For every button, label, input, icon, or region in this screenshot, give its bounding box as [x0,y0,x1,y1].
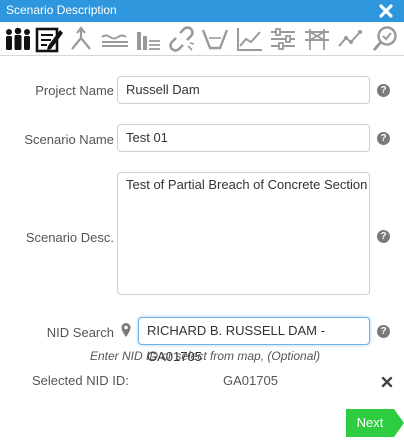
broken-link-icon[interactable] [167,24,197,54]
scenario-desc-textarea[interactable]: Test of Partial Breach of Concrete Secti… [117,172,370,295]
project-name-label: Project Name [35,83,114,98]
channel-section-icon[interactable] [200,24,230,54]
clear-selection-icon[interactable] [381,375,393,388]
project-name-input[interactable]: Russell Dam [117,76,370,104]
level-bars-icon[interactable] [133,24,163,54]
structure-icon[interactable] [302,24,332,54]
scenario-name-help-icon[interactable]: ? [377,132,390,145]
line-chart-icon[interactable] [234,24,264,54]
selected-nid-label: Selected NID ID: [32,373,129,388]
scenario-desc-label: Scenario Desc. [25,230,114,245]
nid-search-input[interactable]: RICHARD B. RUSSELL DAM - GA01705 [138,317,370,364]
nid-search-hint: Enter NID ID or select from map, (Option… [90,349,321,363]
project-name-help-icon[interactable]: ? [377,84,390,97]
scenario-edit-icon[interactable] [34,24,64,54]
next-button[interactable]: Next [346,409,404,437]
breach-split-icon[interactable] [66,24,96,54]
map-marker-icon [120,322,132,338]
trend-icon[interactable] [336,24,366,54]
water-surface-icon[interactable] [100,24,130,54]
selected-nid-value: GA01705 [223,373,278,388]
nid-search-label: NID Search [46,325,114,340]
scenario-name-input[interactable]: Test 01 [117,124,370,152]
search-result-icon[interactable] [370,24,400,54]
dialog-titlebar: Scenario Description [0,0,404,22]
sliders-icon[interactable] [268,24,298,54]
scenario-name-label: Scenario Name [24,132,114,147]
wizard-toolbar [0,22,404,56]
dialog-title: Scenario Description [6,3,117,17]
close-icon[interactable] [377,2,395,20]
scenario-desc-help-icon[interactable]: ? [377,230,390,243]
nid-search-help-icon[interactable]: ? [377,325,390,338]
team-icon[interactable] [3,24,33,54]
next-button-label: Next [356,415,384,430]
